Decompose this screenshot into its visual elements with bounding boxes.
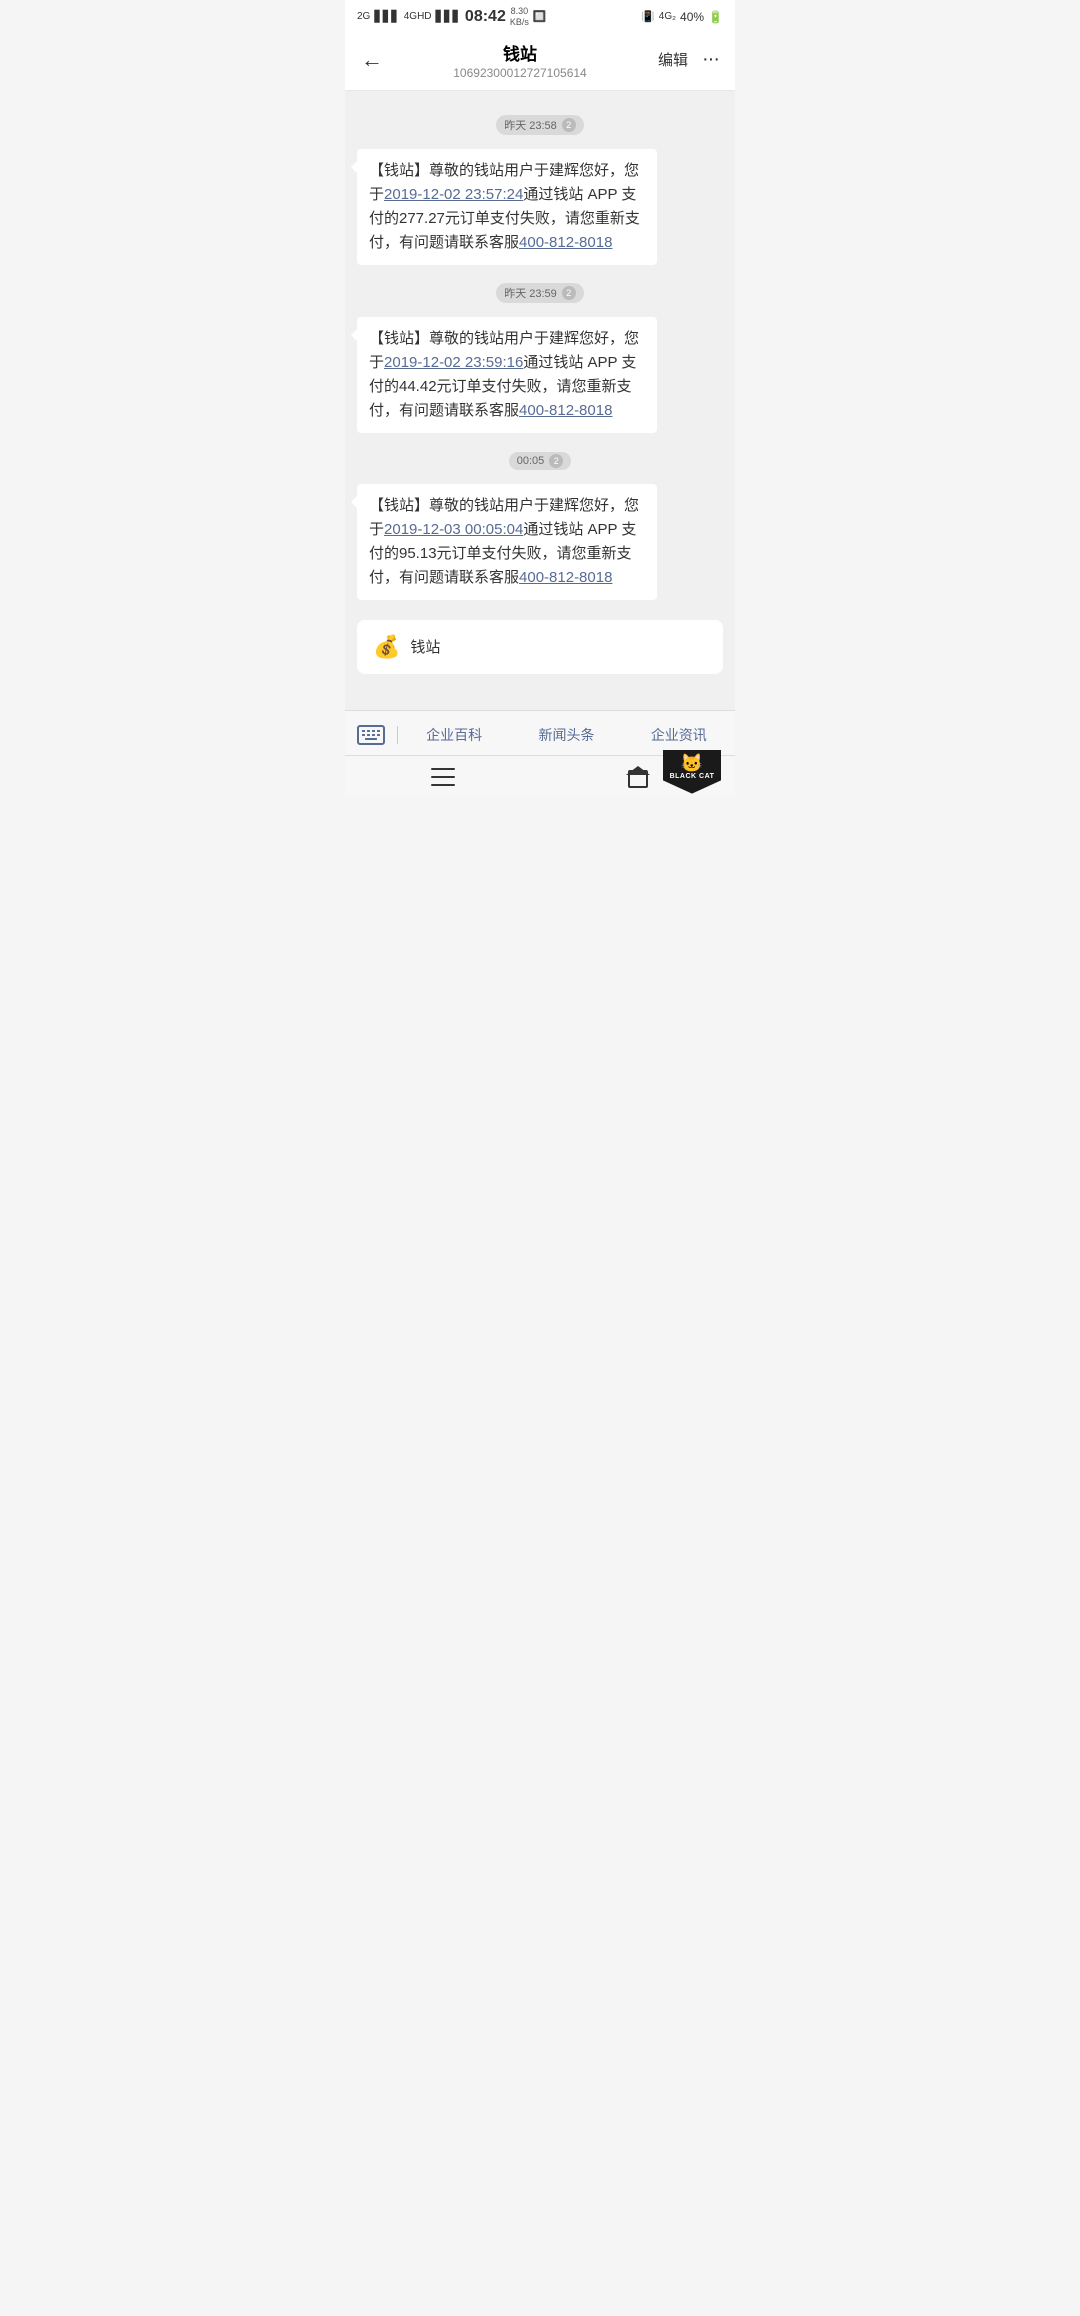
msg3-link1[interactable]: 2019-12-03 00:05:04 (384, 521, 523, 538)
timestamp-2: 昨天 23:59 2 (345, 283, 735, 303)
toolbar-link-info[interactable]: 企业资讯 (623, 725, 735, 745)
more-button[interactable]: ··· (702, 48, 719, 71)
back-button[interactable]: ← (361, 47, 401, 73)
msg2-phone[interactable]: 400-812-8018 (519, 402, 612, 419)
signal-icon2: ▋▋▋ (436, 10, 461, 23)
message-row-1: 【钱站】尊敬的钱站用户于建辉您好，您于2019-12-02 23:57:24通过… (345, 145, 735, 269)
message-row-2: 【钱站】尊敬的钱站用户于建辉您好，您于2019-12-02 23:59:16通过… (345, 313, 735, 437)
action-card-icon: 💰 (373, 634, 400, 660)
black-cat-shield: 🐱 BLACK CAT (663, 750, 721, 794)
edit-button[interactable]: 编辑 (658, 49, 688, 70)
nav-home[interactable] (627, 766, 649, 788)
battery-percent: 40% (680, 10, 704, 24)
timestamp-text-2: 昨天 23:59 (504, 285, 557, 301)
status-bar: 2G ▋▋▋ 4GHD ▋▋▋ 08:42 8.30KB/s 🔲 📳 4G₂ 4… (345, 0, 735, 32)
message-row-3: 【钱站】尊敬的钱站用户于建辉您好，您于2019-12-03 00:05:04通过… (345, 480, 735, 604)
signal-icon1: ▋▋▋ (374, 10, 399, 23)
status-left: 2G ▋▋▋ 4GHD ▋▋▋ 08:42 8.30KB/s 🔲 (357, 6, 547, 28)
timestamp-text-3: 00:05 (517, 455, 545, 467)
keyboard-button[interactable] (345, 721, 397, 749)
timestamp-count-3: 2 (549, 454, 563, 468)
menu-icon (431, 768, 455, 786)
toolbar-link-news[interactable]: 新闻头条 (510, 725, 622, 745)
timestamp-text-1: 昨天 23:58 (504, 117, 557, 133)
cat-icon: 🐱 (681, 754, 703, 772)
header-center: 钱站 10692300012727105614 (401, 40, 639, 80)
timestamp-badge-3: 00:05 2 (509, 452, 572, 470)
network-4g: 4G₂ (659, 11, 676, 22)
message-bubble-3: 【钱站】尊敬的钱站用户于建辉您好，您于2019-12-03 00:05:04通过… (357, 484, 657, 600)
vibrate-icon: 📳 (641, 10, 655, 23)
timestamp-badge-2: 昨天 23:59 2 (496, 283, 584, 303)
timestamp-3: 00:05 2 (345, 451, 735, 470)
battery-icon: 🔋 (708, 10, 723, 24)
toolbar-link-enterprise[interactable]: 企业百科 (398, 725, 510, 745)
message-list: 昨天 23:58 2 【钱站】尊敬的钱站用户于建辉您好，您于2019-12-02… (345, 91, 735, 710)
signal-4ghd: 4GHD (404, 11, 432, 22)
status-right: 📳 4G₂ 40% 🔋 (641, 10, 723, 24)
timestamp-count-1: 2 (562, 118, 576, 132)
black-cat-badge[interactable]: 🐱 BLACK CAT (657, 744, 727, 794)
signal-2g: 2G (357, 11, 370, 22)
timestamp-1: 昨天 23:58 2 (345, 115, 735, 135)
contact-name: 钱站 (401, 40, 639, 65)
msg3-phone[interactable]: 400-812-8018 (519, 569, 612, 586)
header-actions: 编辑 ··· (639, 48, 719, 71)
bottom-nav: 🐱 BLACK CAT (345, 755, 735, 796)
action-card-label: 钱站 (410, 636, 440, 657)
msg1-link1[interactable]: 2019-12-02 23:57:24 (384, 186, 523, 203)
action-card[interactable]: 💰 钱站 (357, 620, 723, 674)
msg2-link1[interactable]: 2019-12-02 23:59:16 (384, 354, 523, 371)
keyboard-icon (357, 725, 385, 745)
qq-icon: 🔲 (533, 10, 547, 23)
timestamp-badge-1: 昨天 23:58 2 (496, 115, 584, 135)
contact-number: 10692300012727105614 (401, 66, 639, 80)
message-bubble-1: 【钱站】尊敬的钱站用户于建辉您好，您于2019-12-02 23:57:24通过… (357, 149, 657, 265)
status-time: 08:42 (465, 8, 506, 26)
network-speed: 8.30KB/s (510, 6, 529, 28)
msg1-phone[interactable]: 400-812-8018 (519, 234, 612, 251)
black-cat-label: BLACK CAT (670, 773, 715, 780)
nav-menu[interactable] (431, 768, 455, 786)
home-icon (627, 766, 649, 788)
header: ← 钱站 10692300012727105614 编辑 ··· (345, 32, 735, 91)
timestamp-count-2: 2 (562, 286, 576, 300)
message-bubble-2: 【钱站】尊敬的钱站用户于建辉您好，您于2019-12-02 23:59:16通过… (357, 317, 657, 433)
